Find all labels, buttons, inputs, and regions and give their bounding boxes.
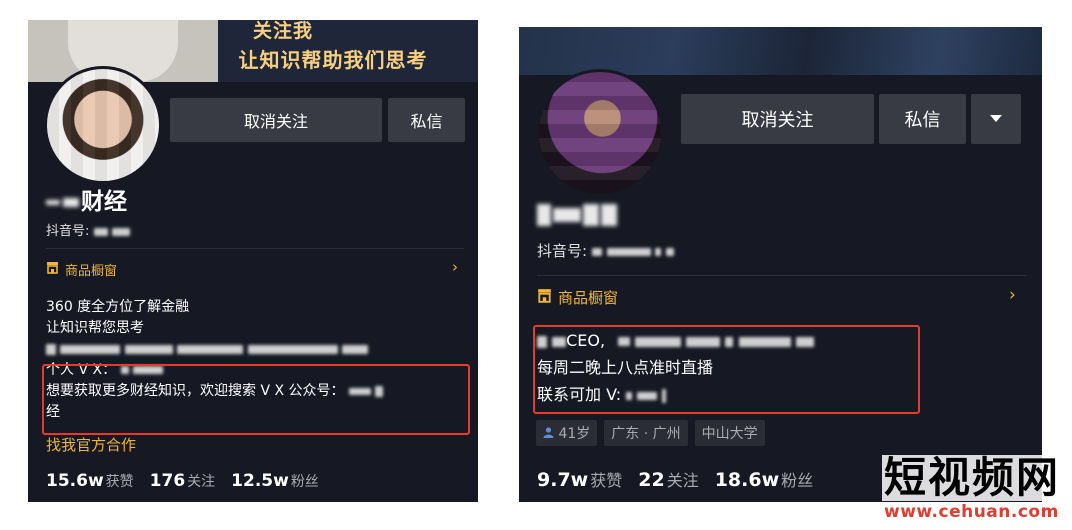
watermark-url: www.cehuan.com bbox=[884, 502, 1059, 522]
shop-window-label: 商品橱窗 bbox=[65, 264, 118, 279]
douyin-id-label: 抖音号: bbox=[537, 242, 588, 260]
tag-location: 广东 · 广州 bbox=[604, 420, 688, 446]
bio-line: 360 度全方位了解金融 bbox=[46, 299, 190, 315]
message-button[interactable]: 私信 bbox=[879, 94, 966, 144]
stat-followers[interactable]: 12.5w 粉丝 bbox=[231, 471, 319, 491]
shop-window-link[interactable]: 商品橱窗 bbox=[46, 260, 117, 279]
shop-window-label: 商品橱窗 bbox=[558, 289, 619, 307]
unfollow-button[interactable]: 取消关注 bbox=[681, 94, 874, 144]
stat-following[interactable]: 22 关注 bbox=[638, 467, 698, 491]
highlight-box bbox=[533, 325, 920, 414]
avatar[interactable] bbox=[44, 66, 162, 184]
stat-following[interactable]: 176 关注 bbox=[150, 471, 216, 491]
profile-stats: 9.7w 获赞 22 关注 18.6w 粉丝 bbox=[537, 467, 813, 491]
profile-name bbox=[537, 199, 617, 229]
profile-stats: 15.6w 获赞 176 关注 12.5w 粉丝 bbox=[46, 471, 319, 491]
chevron-right-icon[interactable]: › bbox=[452, 258, 458, 276]
divider bbox=[46, 248, 464, 249]
official-collab-link[interactable]: 找我官方合作 bbox=[46, 434, 136, 455]
douyin-id-label: 抖音号: bbox=[46, 224, 90, 239]
profile-screenshot-left: 关注我 让知识帮助我们思考 取消关注 私信 财经 抖音号: 商品橱窗 › 360… bbox=[28, 20, 478, 502]
avatar[interactable] bbox=[536, 69, 664, 197]
profile-tags: 41岁 广东 · 广州 中山大学 bbox=[536, 420, 765, 446]
stat-followers[interactable]: 18.6w 粉丝 bbox=[715, 467, 813, 491]
bio-line: 让知识帮您思考 bbox=[46, 320, 144, 336]
banner-text-line1: 关注我 bbox=[252, 20, 313, 42]
caret-down-icon[interactable] bbox=[971, 94, 1021, 144]
watermark-title: 短视频网 bbox=[882, 453, 1063, 502]
douyin-id: 抖音号: bbox=[46, 220, 130, 239]
tag-age: 41岁 bbox=[536, 420, 598, 446]
stat-likes[interactable]: 9.7w 获赞 bbox=[537, 467, 622, 491]
profile-banner bbox=[519, 27, 1042, 75]
shop-window-link[interactable]: 商品橱窗 bbox=[537, 287, 618, 308]
person-icon bbox=[543, 426, 558, 442]
profile-screenshot-right: 取消关注 私信 抖音号: 商品橱窗 › CEO, 每周二晚上八点准时直播 联系可… bbox=[519, 27, 1042, 502]
stat-likes[interactable]: 15.6w 获赞 bbox=[46, 471, 134, 491]
shop-icon bbox=[46, 261, 59, 278]
divider bbox=[537, 275, 1027, 276]
highlight-box bbox=[42, 364, 470, 435]
profile-name: 财经 bbox=[46, 182, 127, 216]
profile-name-suffix: 财经 bbox=[81, 189, 127, 215]
unfollow-button[interactable]: 取消关注 bbox=[170, 98, 382, 142]
message-button[interactable]: 私信 bbox=[388, 98, 465, 142]
chevron-right-icon[interactable]: › bbox=[1009, 285, 1016, 305]
tag-school: 中山大学 bbox=[694, 420, 765, 446]
douyin-id: 抖音号: bbox=[537, 240, 675, 261]
bio-line-redacted bbox=[46, 339, 476, 360]
shop-icon bbox=[537, 288, 552, 307]
